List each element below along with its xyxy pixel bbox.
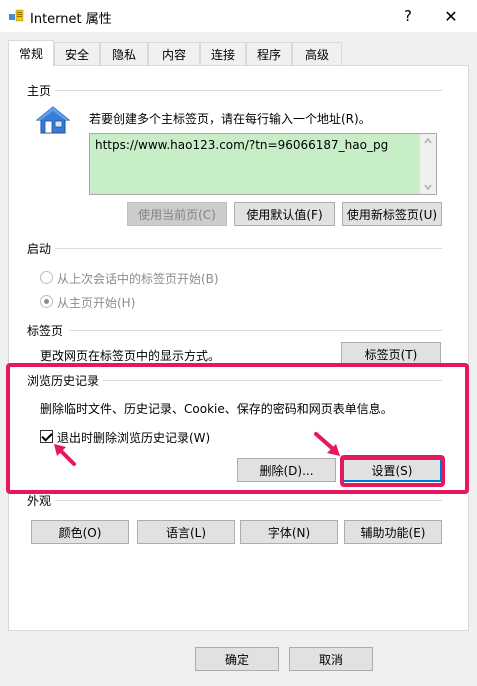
homepage-url-text: https://www.hao123.com/?tn=96066187_hao_… <box>95 138 389 152</box>
url-scrollbar[interactable] <box>419 134 436 194</box>
homepage-description: 若要创建多个主标签页，请在每行输入一个地址(R)。 <box>89 112 371 126</box>
scroll-down-icon[interactable] <box>424 184 432 190</box>
startup-section-title: 启动 <box>27 242 52 256</box>
fonts-button[interactable]: 字体(N) <box>240 520 338 544</box>
languages-button[interactable]: 语言(L) <box>137 520 235 544</box>
tabs-divider <box>69 330 442 331</box>
settings-pointer-arrow-icon <box>314 432 340 456</box>
tab-general[interactable]: 常规 <box>8 40 54 66</box>
startup-home-page-label: 从主页开始(H) <box>57 296 136 310</box>
help-button[interactable]: ? <box>388 0 428 32</box>
homepage-divider <box>55 90 442 91</box>
appearance-divider <box>55 500 442 501</box>
appearance-section-title: 外观 <box>27 494 52 508</box>
title-bar: Internet 属性 ? ✕ <box>0 0 477 32</box>
tab-programs[interactable]: 程序 <box>246 42 292 65</box>
startup-last-session-label: 从上次会话中的标签页开始(B) <box>57 272 219 286</box>
tabs-section-description: 更改网页在标签页中的显示方式。 <box>40 349 221 363</box>
tab-connections[interactable]: 连接 <box>200 42 246 65</box>
tabs-section-title: 标签页 <box>27 324 64 338</box>
homepage-section-title: 主页 <box>27 84 52 98</box>
tab-privacy[interactable]: 隐私 <box>100 42 148 65</box>
scroll-up-icon[interactable] <box>424 138 432 144</box>
window-title: Internet 属性 <box>30 12 112 27</box>
startup-divider <box>55 248 442 249</box>
use-new-tab-button[interactable]: 使用新标签页(U) <box>342 202 442 226</box>
startup-last-session-radio[interactable] <box>40 271 53 284</box>
ok-button[interactable]: 确定 <box>195 647 279 671</box>
house-icon <box>36 106 70 134</box>
checkbox-pointer-arrow-icon <box>54 444 76 466</box>
colors-button[interactable]: 颜色(O) <box>31 520 129 544</box>
accessibility-button[interactable]: 辅助功能(E) <box>344 520 442 544</box>
tab-advanced[interactable]: 高级 <box>292 42 342 65</box>
settings-button-highlight <box>340 455 445 487</box>
use-current-button[interactable]: 使用当前页(C) <box>127 202 227 226</box>
startup-home-page-radio[interactable] <box>40 295 53 308</box>
close-button[interactable]: ✕ <box>431 0 471 32</box>
homepage-url-textarea[interactable]: https://www.hao123.com/?tn=96066187_hao_… <box>89 133 437 195</box>
use-default-button[interactable]: 使用默认值(F) <box>234 202 335 226</box>
tab-content[interactable]: 内容 <box>148 42 200 65</box>
cancel-button[interactable]: 取消 <box>289 647 373 671</box>
tab-security[interactable]: 安全 <box>54 42 100 65</box>
internet-options-icon <box>9 9 24 22</box>
